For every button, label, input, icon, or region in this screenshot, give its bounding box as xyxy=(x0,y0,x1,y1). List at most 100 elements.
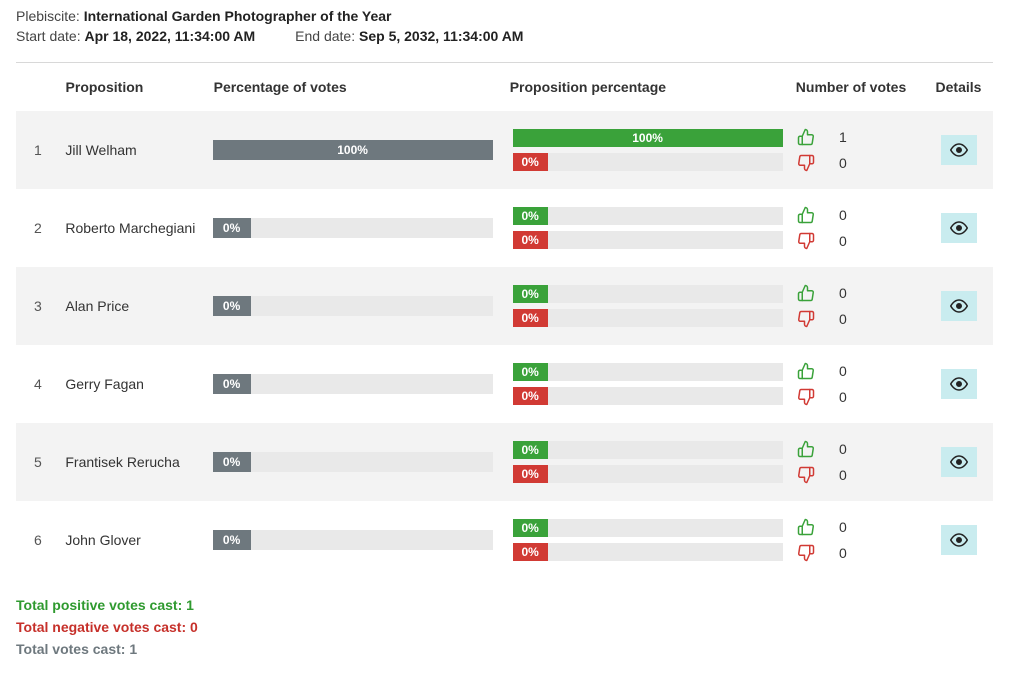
votes-cell: 00 xyxy=(797,206,924,250)
votes-cell: 10 xyxy=(797,128,924,172)
pct-bar: 100% xyxy=(213,140,493,160)
positive-bar: 0% xyxy=(513,441,783,459)
proposition-name: Frantisek Rerucha xyxy=(65,454,212,470)
positive-bar-fill: 0% xyxy=(513,285,548,303)
table-row: 6John Glover0%0%0%00 xyxy=(16,501,993,579)
positive-vote-count: 0 xyxy=(839,285,847,301)
prop-pct-cell: 0%0% xyxy=(513,207,797,249)
col-pct-votes: Percentage of votes xyxy=(214,79,510,95)
pct-votes-cell: 100% xyxy=(213,140,513,160)
pct-bar: 0% xyxy=(213,374,493,394)
negative-bar-fill: 0% xyxy=(513,153,548,171)
positive-bar-fill: 0% xyxy=(513,363,548,381)
negative-bar-fill: 0% xyxy=(513,309,548,327)
negative-vote-count: 0 xyxy=(839,233,847,249)
negative-bar: 0% xyxy=(513,543,783,561)
prop-pct-cell: 0%0% xyxy=(513,441,797,483)
prop-pct-cell: 0%0% xyxy=(513,363,797,405)
negative-vote-count: 0 xyxy=(839,467,847,483)
pct-bar: 0% xyxy=(213,452,493,472)
thumb-down-icon xyxy=(797,154,815,172)
eye-icon xyxy=(950,219,968,237)
proposition-name: John Glover xyxy=(65,532,212,548)
pct-votes-cell: 0% xyxy=(213,530,513,550)
thumb-down-icon xyxy=(797,310,815,328)
end-date-value: Sep 5, 2032, 11:34:00 AM xyxy=(359,28,523,44)
negative-vote-count: 0 xyxy=(839,311,847,327)
col-proposition: Proposition xyxy=(66,79,214,95)
pct-votes-cell: 0% xyxy=(213,374,513,394)
negative-bar-fill: 0% xyxy=(513,543,548,561)
pct-bar: 0% xyxy=(213,218,493,238)
details-cell xyxy=(924,135,993,165)
pct-bar: 0% xyxy=(213,530,493,550)
col-num-votes: Number of votes xyxy=(796,79,924,95)
positive-bar-fill: 0% xyxy=(513,441,548,459)
plebiscite-name: International Garden Photographer of the… xyxy=(84,8,392,24)
header-meta: Plebiscite: International Garden Photogr… xyxy=(16,8,993,44)
row-index: 6 xyxy=(16,532,65,548)
thumb-up-icon xyxy=(797,284,815,302)
details-button[interactable] xyxy=(941,135,977,165)
details-cell xyxy=(924,369,993,399)
details-button[interactable] xyxy=(941,369,977,399)
eye-icon xyxy=(950,375,968,393)
pct-bar-fill: 0% xyxy=(213,530,251,550)
positive-vote-count: 0 xyxy=(839,441,847,457)
eye-icon xyxy=(950,531,968,549)
details-button[interactable] xyxy=(941,525,977,555)
thumb-down-icon xyxy=(797,232,815,250)
table-row: 1Jill Welham100%100%0%10 xyxy=(16,111,993,189)
pct-bar-fill: 0% xyxy=(213,296,251,316)
table-row: 2Roberto Marchegiani0%0%0%00 xyxy=(16,189,993,267)
row-index: 2 xyxy=(16,220,65,236)
plebiscite-label: Plebiscite: xyxy=(16,8,80,24)
negative-bar-fill: 0% xyxy=(513,465,548,483)
positive-bar-fill: 0% xyxy=(513,519,548,537)
thumb-up-icon xyxy=(797,362,815,380)
negative-vote-count: 0 xyxy=(839,389,847,405)
proposition-name: Roberto Marchegiani xyxy=(65,220,212,236)
details-button[interactable] xyxy=(941,213,977,243)
row-index: 4 xyxy=(16,376,65,392)
positive-bar-fill: 100% xyxy=(513,129,783,147)
positive-bar: 0% xyxy=(513,207,783,225)
thumb-down-icon xyxy=(797,466,815,484)
table-row: 5Frantisek Rerucha0%0%0%00 xyxy=(16,423,993,501)
positive-bar: 0% xyxy=(513,285,783,303)
pct-bar-fill: 0% xyxy=(213,374,251,394)
pct-votes-cell: 0% xyxy=(213,452,513,472)
prop-pct-cell: 0%0% xyxy=(513,519,797,561)
pct-bar-fill: 0% xyxy=(213,218,251,238)
pct-bar-fill: 0% xyxy=(213,452,251,472)
total-all: Total votes cast: 1 xyxy=(16,641,993,657)
details-cell xyxy=(924,291,993,321)
eye-icon xyxy=(950,453,968,471)
details-cell xyxy=(924,525,993,555)
prop-pct-cell: 100% 0% xyxy=(513,129,797,171)
negative-bar: 0% xyxy=(513,153,783,171)
start-date-label: Start date: xyxy=(16,28,81,44)
votes-cell: 00 xyxy=(797,518,924,562)
col-prop-pct: Proposition percentage xyxy=(510,79,796,95)
end-date-label: End date: xyxy=(295,28,355,44)
thumb-up-icon xyxy=(797,440,815,458)
details-button[interactable] xyxy=(941,291,977,321)
negative-bar: 0% xyxy=(513,231,783,249)
positive-bar: 0% xyxy=(513,519,783,537)
details-cell xyxy=(924,213,993,243)
details-cell xyxy=(924,447,993,477)
pct-bar: 0% xyxy=(213,296,493,316)
row-index: 1 xyxy=(16,142,65,158)
pct-votes-cell: 0% xyxy=(213,296,513,316)
row-index: 3 xyxy=(16,298,65,314)
positive-vote-count: 0 xyxy=(839,519,847,535)
prop-pct-cell: 0%0% xyxy=(513,285,797,327)
table-header-row: Proposition Percentage of votes Proposit… xyxy=(16,63,993,111)
thumb-up-icon xyxy=(797,518,815,536)
start-date-value: Apr 18, 2022, 11:34:00 AM xyxy=(84,28,255,44)
positive-vote-count: 0 xyxy=(839,207,847,223)
details-button[interactable] xyxy=(941,447,977,477)
thumb-down-icon xyxy=(797,388,815,406)
negative-bar: 0% xyxy=(513,387,783,405)
